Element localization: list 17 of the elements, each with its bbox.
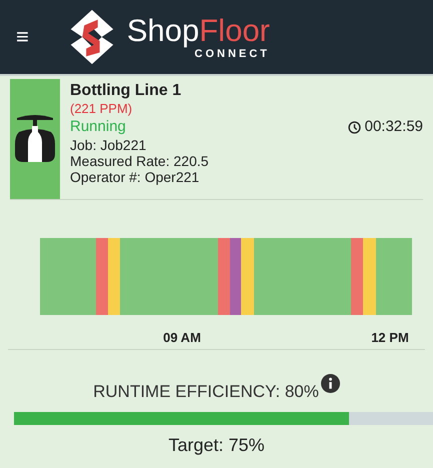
efficiency-target: Target: 75% [168,435,265,456]
info-icon[interactable] [320,374,340,393]
machine-detail: Measured Rate: 220.5 [70,153,210,169]
logo-wordmark: ShopFloor [126,14,270,48]
clock-icon [348,120,361,134]
machine-rate: (221 PPM) [70,101,134,117]
logo-tagline: CONNECT [194,48,270,60]
axis-label: 09 AM [163,330,201,345]
axis-label: 12 PM [371,330,409,345]
machine-name: Bottling Line 1 [70,81,182,101]
machine-detail: Operator #: Oper221 [70,169,200,185]
menu-button[interactable]: ≡ [12,26,33,48]
machine-status: Running [70,117,126,137]
elapsed-time: 00:32:59 [364,119,423,135]
efficiency-label: RUNTIME EFFICIENCY: 80% [93,382,319,402]
machine-detail: Job: Job221 [70,137,148,153]
bottles-icon [13,114,57,164]
